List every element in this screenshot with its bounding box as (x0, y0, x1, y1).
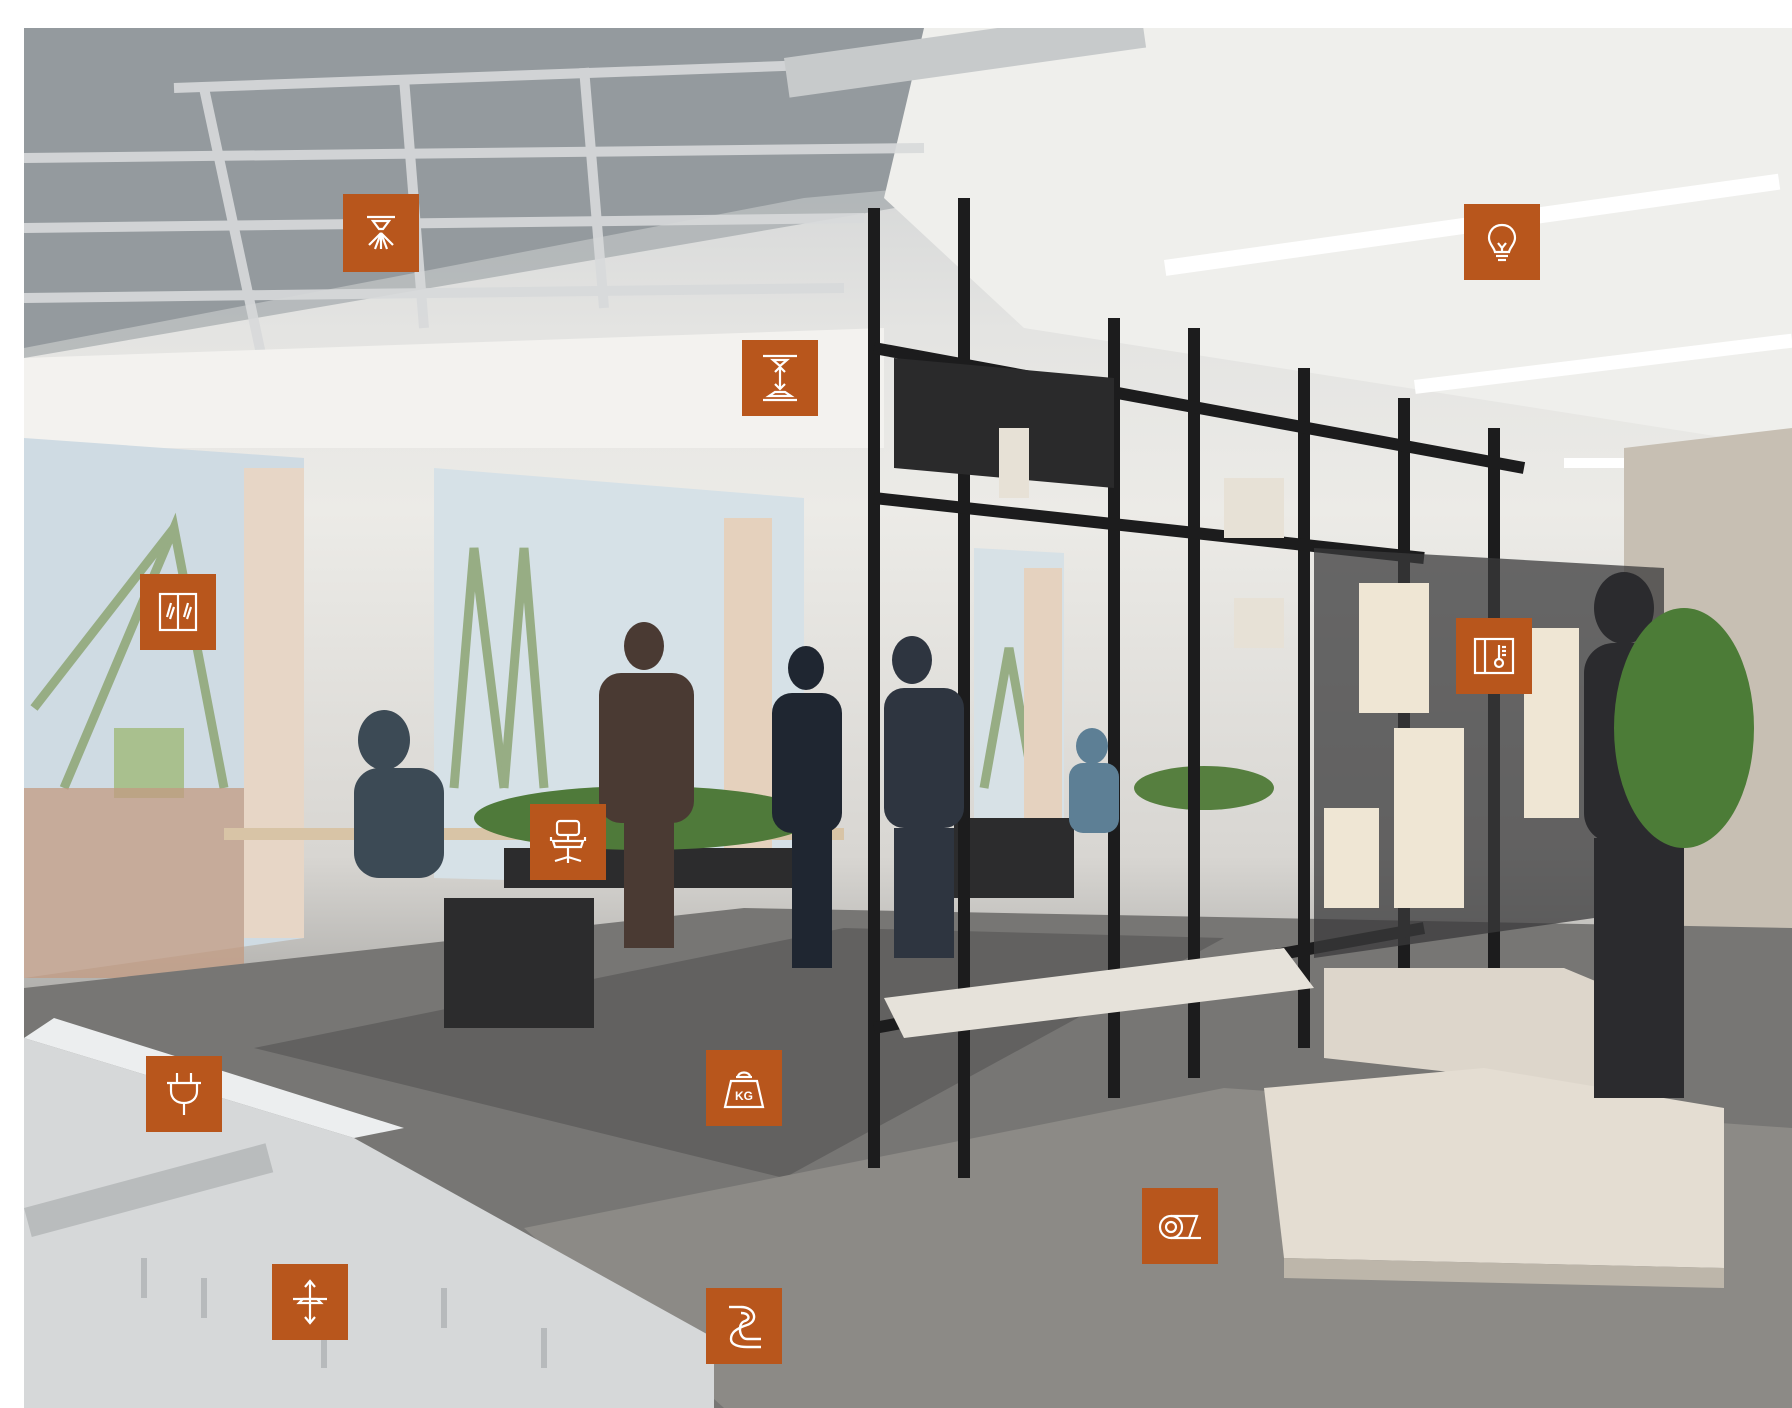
thermostat-glyph (1473, 637, 1515, 675)
flooring-roll-icon[interactable] (1142, 1188, 1218, 1264)
floor-height-glyph (293, 1279, 327, 1325)
load-weight-glyph: KG (723, 1071, 765, 1109)
office-photo: KG (24, 28, 1792, 1408)
power-plug-glyph (167, 1073, 201, 1115)
office-chair-icon[interactable] (530, 804, 606, 880)
ceiling-height-glyph (763, 354, 797, 402)
kg-label: KG (735, 1089, 753, 1103)
office-chair-glyph (549, 819, 587, 863)
sprinkler-icon[interactable] (343, 194, 419, 272)
thermostat-icon[interactable] (1456, 618, 1532, 694)
power-plug-icon[interactable] (146, 1056, 222, 1132)
sprinkler-glyph (367, 215, 395, 250)
cable-routing-glyph (729, 1305, 761, 1349)
load-weight-icon[interactable]: KG (706, 1050, 782, 1126)
flooring-roll-glyph (1158, 1214, 1201, 1240)
lightbulb-icon[interactable] (1464, 204, 1540, 280)
window-glyph (158, 592, 198, 632)
window-icon[interactable] (140, 574, 216, 650)
ceiling-height-icon[interactable] (742, 340, 818, 416)
lightbulb-glyph (1487, 223, 1517, 262)
cable-routing-icon[interactable] (706, 1288, 782, 1364)
floor-height-icon[interactable] (272, 1264, 348, 1340)
